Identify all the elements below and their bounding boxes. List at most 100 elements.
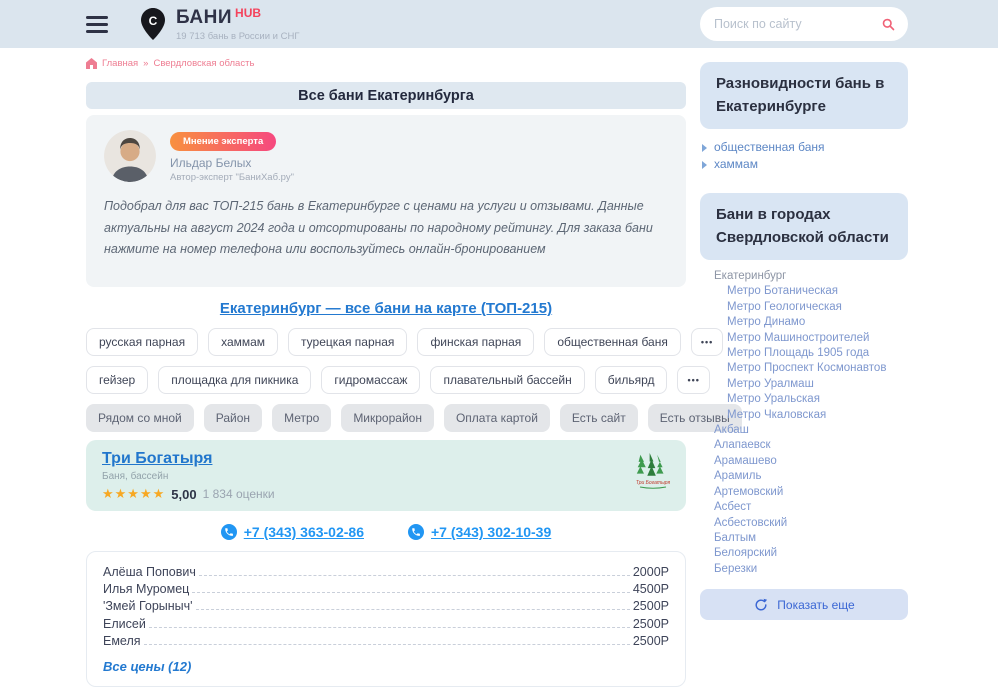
bath-brand-logo: Три Богатыря [636,452,670,502]
bath-category: Баня, бассейн [102,471,275,482]
expert-card: Мнение эксперта Ильдар Белых Автор-экспе… [86,115,686,287]
dotted-leader [149,627,630,628]
sidebar-town-link[interactable]: Акбаш [714,423,908,438]
filter-chip[interactable]: русская парная [86,328,198,356]
rating-value: 5,00 [171,487,196,502]
sidebar-town-link[interactable]: Белоярский [714,546,908,561]
filter-chip[interactable]: площадка для пикника [158,366,311,394]
phone-link[interactable]: +7 (343) 363-02-86 [221,524,364,540]
price-item-value: 2500Р [633,633,669,650]
price-item-value: 2000Р [633,564,669,581]
sidebar-metro-link[interactable]: Метро Динамо [714,315,908,330]
sidebar-town-link[interactable]: Балтым [714,531,908,546]
sidebar-metro-link[interactable]: Метро Геологическая [714,300,908,315]
price-row: Елисей 2500Р [103,616,669,633]
filter-chip[interactable]: бильярд [595,366,668,394]
home-icon[interactable] [86,58,97,69]
main-column: Главная » Свердловская область Все бани … [86,48,686,687]
filter-chip[interactable]: плавательный бассейн [430,366,584,394]
filter-chip[interactable]: гейзер [86,366,148,394]
dotted-leader [144,644,630,645]
page-title: Все бани Екатеринбурга [86,82,686,109]
price-item-value: 2500Р [633,616,669,633]
price-row: 'Змей Горыныч' 2500Р [103,598,669,615]
phone-number: +7 (343) 302-10-39 [431,524,551,540]
sidebar-cities-heading: Бани в городах Свердловской области [700,193,908,260]
expert-avatar [104,130,156,182]
search-icon[interactable] [881,17,896,32]
breadcrumb-home[interactable]: Главная [102,58,138,69]
price-item-name: Елисей [103,616,146,633]
quick-filter-chip[interactable]: Микрорайон [341,404,434,432]
sidebar-metro-link[interactable]: Метро Машиностроителей [714,331,908,346]
price-item-value: 2500Р [633,598,669,615]
map-link-wrap: Екатеринбург — все бани на карте (ТОП-21… [86,300,686,318]
sidebar-type-link[interactable]: общественная баня [702,139,908,156]
filter-chip[interactable]: общественная баня [544,328,681,356]
sidebar-metro-link[interactable]: Метро Уральская [714,392,908,407]
logo-text: БАНИHUB 19 713 бань в России и СНГ [176,6,300,42]
bath-name-link[interactable]: Три Богатыря [102,450,212,467]
quick-filter-chip[interactable]: Район [204,404,262,432]
site-logo[interactable]: C БАНИHUB 19 713 бань в России и СНГ [140,6,300,42]
show-more-button[interactable]: Показать еще [700,589,908,620]
price-row: Илья Муромец 4500Р [103,581,669,598]
refresh-icon [753,597,769,613]
quick-filter-chip[interactable]: Есть сайт [560,404,638,432]
price-item-name: Алёша Попович [103,564,196,581]
sidebar-types-heading: Разновидности бань в Екатеринбурге [700,62,908,129]
breadcrumb: Главная » Свердловская область [86,58,686,69]
site-search[interactable] [700,7,908,41]
sidebar-metro-link[interactable]: Метро Ботаническая [714,284,908,299]
filter-chip[interactable]: хаммам [208,328,278,356]
sidebar-metro-link[interactable]: Метро Площадь 1905 года [714,346,908,361]
filter-chip[interactable]: турецкая парная [288,328,407,356]
logo-badge: HUB [235,6,261,20]
all-prices-link[interactable]: Все цены (12) [103,659,191,674]
sidebar-town-link[interactable]: Артемовский [714,485,908,500]
search-input[interactable] [712,16,881,32]
phone-icon [408,524,424,540]
logo-title: БАНИ [176,7,232,28]
expert-badge: Мнение эксперта [170,132,276,151]
sidebar-town-link[interactable]: Алапаевск [714,438,908,453]
sidebar-town-link[interactable]: Арамашево [714,454,908,469]
dotted-leader [199,575,630,576]
phone-link[interactable]: +7 (343) 302-10-39 [408,524,551,540]
phones-row: +7 (343) 363-02-86 +7 (343) 302-10-39 [86,511,686,551]
price-row: Емеля 2500Р [103,633,669,650]
price-list: Алёша Попович 2000Р Илья Муромец 4500Р '… [86,551,686,687]
hamburger-menu-icon[interactable] [86,12,108,37]
filter-row-types: русская парная хаммам турецкая парная фи… [86,328,686,356]
sidebar-types-links: общественная баня хаммам [700,139,908,173]
sidebar-city-list: Екатеринбург Метро Ботаническая Метро Ге… [700,269,908,577]
sidebar: Разновидности бань в Екатеринбурге общес… [700,48,908,687]
phone-number: +7 (343) 363-02-86 [244,524,364,540]
phone-icon [221,524,237,540]
breadcrumb-region[interactable]: Свердловская область [153,58,254,69]
sidebar-town-link[interactable]: Березки [714,562,908,577]
sidebar-type-link[interactable]: хаммам [702,156,908,173]
dotted-leader [196,609,630,610]
expert-name[interactable]: Ильдар Белых [170,156,294,170]
sidebar-metro-link[interactable]: Метро Уралмаш [714,377,908,392]
map-link[interactable]: Екатеринбург — все бани на карте (ТОП-21… [220,300,552,317]
triangle-bullet-icon [702,161,707,169]
logo-tagline: 19 713 бань в России и СНГ [176,31,300,42]
sidebar-town-link[interactable]: Асбестовский [714,516,908,531]
sidebar-town-link[interactable]: Арамиль [714,469,908,484]
price-item-name: Илья Муромец [103,581,189,598]
quick-filter-chip[interactable]: Оплата картой [444,404,550,432]
filter-chip[interactable]: гидромассаж [321,366,420,394]
filter-chip[interactable]: финская парная [417,328,534,356]
quick-filter-chip[interactable]: Рядом со мной [86,404,194,432]
filter-row-features: гейзер площадка для пикника гидромассаж … [86,366,686,394]
sidebar-metro-link[interactable]: Метро Проспект Космонавтов [714,361,908,376]
logo-letter: C [140,14,166,28]
page-content: Главная » Свердловская область Все бани … [0,48,998,687]
price-row: Алёша Попович 2000Р [103,564,669,581]
sidebar-town-link[interactable]: Асбест [714,500,908,515]
sidebar-metro-link[interactable]: Метро Чкаловская [714,408,908,423]
price-item-name: 'Змей Горыныч' [103,598,193,615]
quick-filter-chip[interactable]: Метро [272,404,331,432]
